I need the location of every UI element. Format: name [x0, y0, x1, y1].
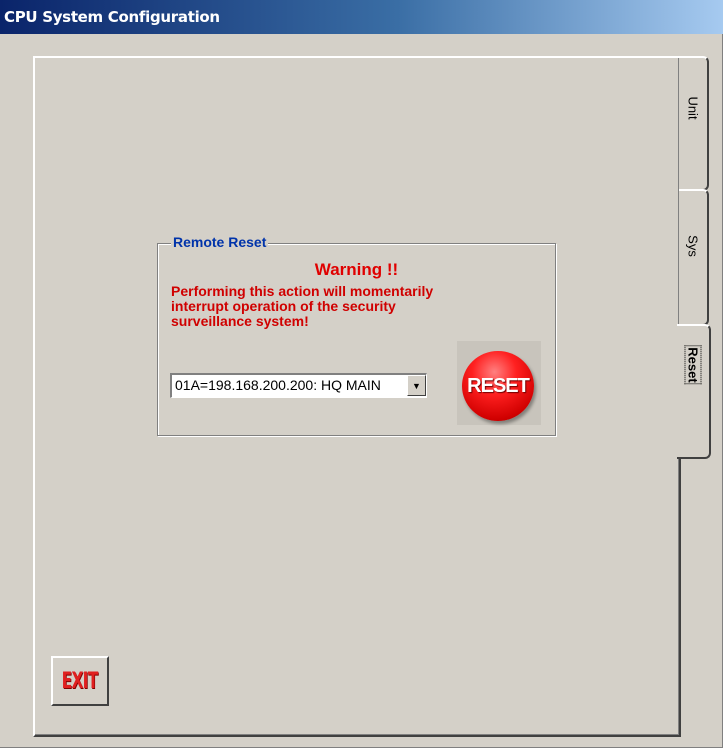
unit-select-dropdown[interactable]: 01A=198.168.200.200: HQ MAIN ▼: [170, 373, 427, 398]
tab-unit-label: Unit: [685, 96, 701, 120]
warning-line-2: interrupt operation of the security: [171, 298, 396, 314]
tab-sys[interactable]: Sys: [679, 189, 709, 326]
reset-button[interactable]: RESET: [457, 341, 541, 425]
warning-title: Warning !!: [314, 260, 399, 279]
warning-message: Performing this action will momentarily …: [171, 284, 531, 329]
exit-button-label: EXIT: [62, 668, 99, 694]
exit-button[interactable]: EXIT: [51, 656, 109, 706]
warning-line-1: Performing this action will momentarily: [171, 283, 434, 299]
warning-line-3: surveillance system!: [171, 313, 309, 329]
window-title: CPU System Configuration: [4, 8, 220, 26]
tab-reset-label: Reset: [685, 344, 701, 387]
unit-select-value: 01A=198.168.200.200: HQ MAIN: [175, 377, 381, 393]
tab-unit[interactable]: Unit: [679, 56, 709, 191]
reset-button-label: RESET: [467, 374, 530, 397]
remote-reset-group-label: Remote Reset: [171, 234, 269, 250]
cpu-system-configuration-window: CPU System Configuration Unit Sys Reset …: [0, 0, 723, 748]
tab-reset[interactable]: Reset: [677, 324, 711, 459]
dropdown-arrow-icon[interactable]: ▼: [407, 375, 426, 396]
tab-sys-label: Sys: [685, 234, 701, 257]
title-bar: CPU System Configuration: [0, 0, 723, 34]
reset-button-icon: RESET: [462, 351, 534, 421]
